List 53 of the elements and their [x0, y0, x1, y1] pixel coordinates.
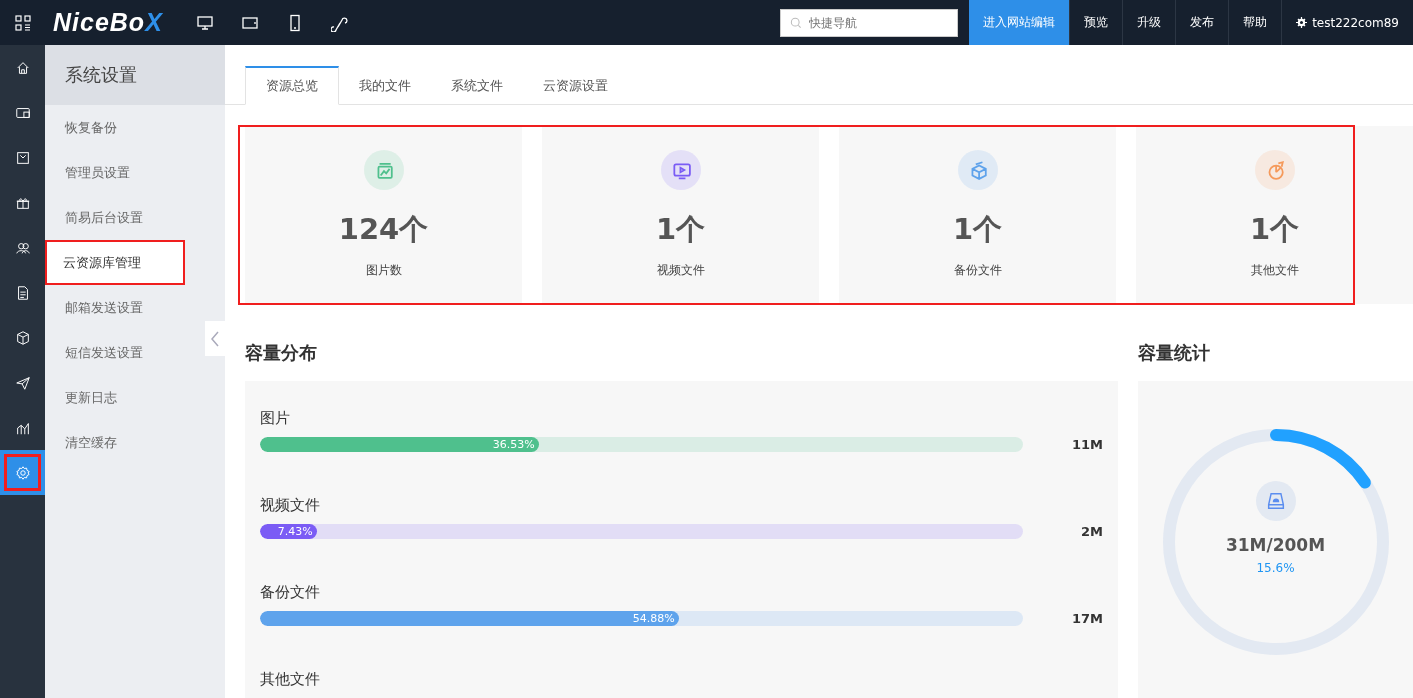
- tab[interactable]: 云资源设置: [523, 66, 628, 105]
- stat-label: 备份文件: [953, 262, 1002, 279]
- sidebar-item[interactable]: 恢复备份: [45, 105, 205, 150]
- sidebar-item[interactable]: 管理员设置: [45, 150, 205, 195]
- chevron-left-icon: [210, 330, 220, 347]
- box-icon: [14, 149, 31, 166]
- search-field[interactable]: 快捷导航: [780, 8, 959, 37]
- stat-value: 124个: [338, 211, 429, 248]
- send-icon: [14, 374, 31, 391]
- sidebar-item[interactable]: 更新日志: [45, 375, 205, 420]
- percent-label: 54.88%: [632, 612, 676, 625]
- category-label: 其他文件: [260, 670, 321, 690]
- sidebar-item[interactable]: 清空缓存: [45, 420, 205, 465]
- cube-icon: [14, 329, 31, 346]
- nav-button[interactable]: 帮助: [1228, 0, 1282, 45]
- sidebar-title: 系统设置: [45, 45, 225, 105]
- stat-value: 1个: [655, 211, 706, 248]
- nav-button[interactable]: 发布: [1175, 0, 1229, 45]
- size-label: 17M: [1070, 611, 1103, 626]
- apps-grid-icon[interactable]: [14, 14, 31, 31]
- section-title: 容量统计: [1138, 341, 1211, 365]
- tab[interactable]: 系统文件: [431, 66, 523, 105]
- usage-amount: 31M/200M: [1225, 535, 1326, 555]
- stat-label: 其他文件: [1250, 262, 1299, 279]
- category-label: 备份文件: [260, 583, 321, 603]
- home-icon: [14, 59, 31, 76]
- usage-percent: 15.6%: [1256, 561, 1295, 575]
- search-icon: [789, 15, 804, 30]
- user-menu[interactable]: test222com89: [1281, 0, 1413, 45]
- nav-button[interactable]: 预览: [1069, 0, 1123, 45]
- category-label: 图片: [260, 409, 291, 429]
- sidebar-item[interactable]: 简易后台设置: [45, 195, 205, 240]
- desktop-icon[interactable]: [196, 13, 215, 32]
- settings-icon: [14, 464, 31, 481]
- size-label: 2M: [1080, 524, 1103, 539]
- nav-button[interactable]: 升级: [1122, 0, 1176, 45]
- tab[interactable]: 资源总览: [245, 66, 339, 105]
- percent-label: 36.53%: [492, 438, 536, 451]
- percent-label: 7.43%: [277, 525, 314, 538]
- username: test222com89: [1312, 15, 1399, 30]
- sidebar-item[interactable]: 邮箱发送设置: [45, 285, 205, 330]
- sidebar-item[interactable]: 云资源库管理: [45, 240, 185, 285]
- stat-label: 图片数: [365, 262, 402, 279]
- logo: NiceBoX: [53, 8, 163, 37]
- section-title: 容量分布: [245, 341, 318, 365]
- stat-label: 视频文件: [656, 262, 705, 279]
- stat-value: 1个: [1249, 211, 1300, 248]
- sidebar-item[interactable]: 短信发送设置: [45, 330, 205, 375]
- gear-icon: [1296, 17, 1308, 28]
- stat-value: 1个: [952, 211, 1003, 248]
- size-label: 11M: [1070, 437, 1103, 452]
- category-label: 视频文件: [260, 496, 321, 516]
- tab[interactable]: 我的文件: [339, 66, 431, 105]
